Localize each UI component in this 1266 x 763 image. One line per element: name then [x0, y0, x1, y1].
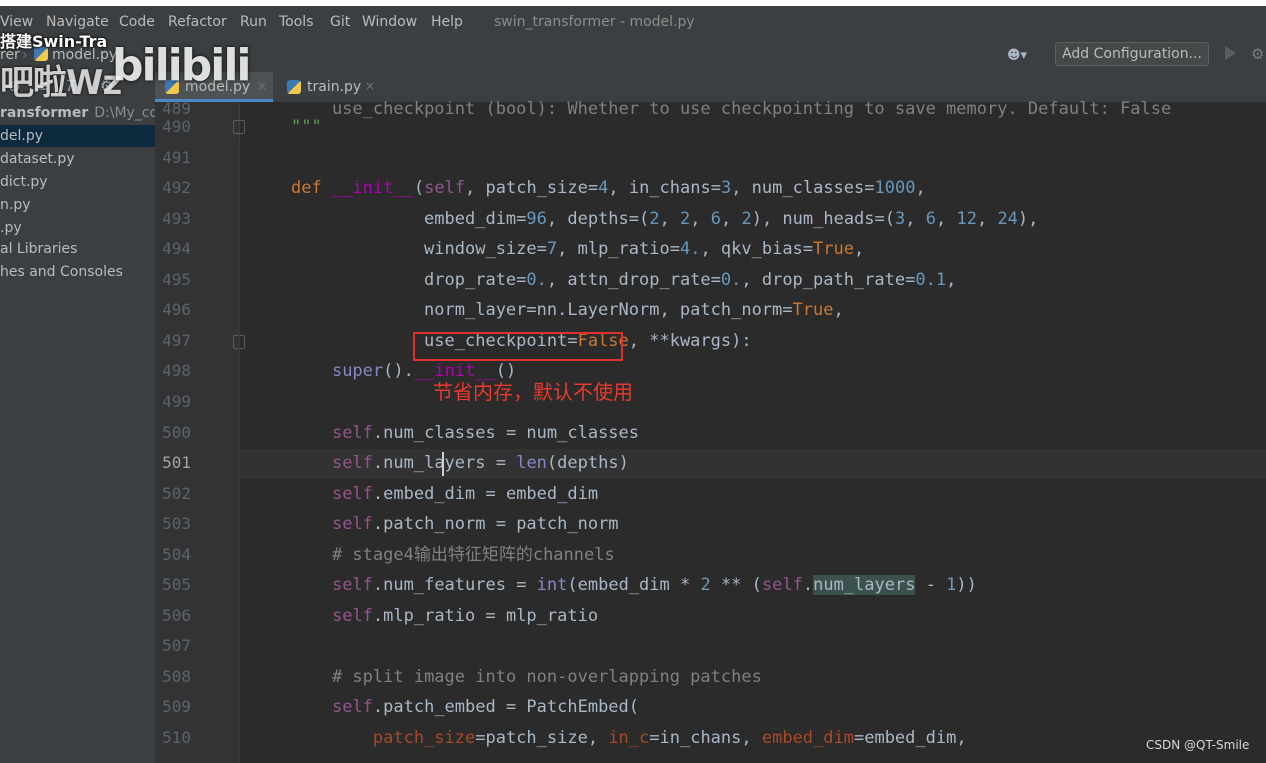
- gear-icon[interactable]: ⚙: [1251, 45, 1264, 63]
- fold-marker-icon[interactable]: [233, 120, 245, 134]
- code-comment: # stage4输出特征矩阵的channels: [331, 545, 615, 565]
- line-number: 502: [162, 484, 191, 503]
- code-line-docstring-partial: use_checkpoint (bool): Whether to use ch…: [331, 99, 1172, 119]
- line-number: 507: [162, 636, 191, 655]
- line-number: 496: [162, 300, 191, 319]
- code-line: self.patch_embed = PatchEmbed(: [331, 697, 640, 717]
- line-number: 509: [162, 697, 191, 716]
- line-number: 508: [162, 667, 191, 686]
- add-configuration-button[interactable]: Add Configuration...: [1055, 42, 1209, 66]
- code-comment: # split image into non-overlapping patch…: [331, 667, 762, 687]
- ide-window: View Navigate Code Refactor Run Tools Gi…: [0, 0, 1266, 763]
- indent-guide: [239, 142, 240, 763]
- menu-refactor[interactable]: Refactor: [168, 14, 227, 30]
- video-title-overlay: 搭建Swin-Tra: [0, 32, 108, 51]
- menu-tools[interactable]: Tools: [279, 14, 314, 30]
- tab-train-label: train.py: [307, 79, 362, 95]
- window-title: swin_transformer - model.py: [494, 14, 695, 30]
- code-line-current: self.num_layers = len(depths): [331, 453, 629, 473]
- line-number: 504: [162, 545, 191, 564]
- tree-root[interactable]: ransformer D:\My_code: [0, 102, 155, 124]
- code-line: window_size=7, mlp_ratio=4., qkv_bias=Tr…: [291, 239, 865, 259]
- user-dropdown-icon[interactable]: ☻▾: [1007, 48, 1033, 63]
- menu-git[interactable]: Git: [330, 14, 350, 30]
- line-number: 500: [162, 423, 191, 442]
- code-line: self.patch_norm = patch_norm: [331, 514, 619, 534]
- menu-window[interactable]: Window: [362, 14, 417, 30]
- highlight-box: [413, 332, 623, 361]
- code-line-def: def __init__(self, patch_size=4, in_chan…: [291, 178, 926, 198]
- line-number: 497: [162, 331, 191, 350]
- menu-code[interactable]: Code: [119, 14, 155, 30]
- line-number: 498: [162, 361, 191, 380]
- bilibili-logo: bilibili: [112, 40, 251, 91]
- text-cursor: [442, 452, 444, 476]
- code-line: """: [291, 117, 322, 137]
- code-line: self.embed_dim = embed_dim: [331, 484, 599, 504]
- annotation-text: 节省内存，默认不使用: [433, 380, 633, 404]
- tree-item-scratches[interactable]: hes and Consoles: [0, 261, 155, 283]
- line-number: 490: [162, 117, 191, 136]
- line-number-current: 501: [162, 453, 191, 472]
- tree-item-external-libraries[interactable]: al Libraries: [0, 238, 155, 260]
- tree-item-dataset[interactable]: dataset.py: [0, 148, 155, 170]
- code-editor[interactable]: 489 490 491 492 493 494 495 496 497 498 …: [155, 99, 1266, 763]
- line-number: 491: [162, 148, 191, 167]
- line-number: 503: [162, 514, 191, 533]
- tree-root-label: ransformer: [0, 105, 89, 121]
- line-number: 499: [162, 392, 191, 411]
- line-number-gutter: 489 490 491 492 493 494 495 496 497 498 …: [155, 99, 240, 763]
- python-file-icon: [287, 80, 301, 94]
- line-number: 495: [162, 270, 191, 289]
- line-number: 493: [162, 209, 191, 228]
- tree-item-model[interactable]: del.py: [0, 125, 155, 147]
- code-line: self.mlp_ratio = mlp_ratio: [331, 606, 599, 626]
- tree-root-path: D:\My_code: [94, 105, 155, 121]
- menu-help[interactable]: Help: [431, 14, 463, 30]
- line-number: 506: [162, 606, 191, 625]
- watermark: CSDN @QT-Smile: [1146, 738, 1250, 752]
- menu-bar: View Navigate Code Refactor Run Tools Gi…: [0, 6, 1266, 36]
- code-line: self.num_features = int(embed_dim * 2 **…: [331, 575, 977, 595]
- uploader-overlay: 吧啦Wz: [0, 63, 122, 103]
- code-line: embed_dim=96, depths=(2, 2, 6, 2), num_h…: [291, 209, 1039, 229]
- code-line: norm_layer=nn.LayerNorm, patch_norm=True…: [291, 300, 844, 320]
- tree-item-utils[interactable]: .py: [0, 217, 155, 239]
- close-icon[interactable]: ×: [365, 79, 375, 93]
- line-number: 510: [162, 728, 191, 747]
- project-panel: ⊕ ≡ ⊼ ⚙ ransformerD:\My_code del.py data…: [0, 72, 156, 763]
- tree-item-train[interactable]: n.py: [0, 194, 155, 216]
- code-line: drop_rate=0., attn_drop_rate=0., drop_pa…: [291, 270, 957, 290]
- play-icon[interactable]: [1225, 46, 1236, 60]
- menu-run[interactable]: Run: [240, 14, 267, 30]
- tree-item-predict[interactable]: dict.py: [0, 171, 155, 193]
- line-number: 505: [162, 575, 191, 594]
- line-number: 492: [162, 178, 191, 197]
- line-number: 494: [162, 239, 191, 258]
- code-line: patch_size=patch_size, in_c=in_chans, em…: [372, 728, 967, 748]
- close-icon[interactable]: ×: [257, 79, 267, 93]
- code-line: self.num_classes = num_classes: [331, 423, 640, 443]
